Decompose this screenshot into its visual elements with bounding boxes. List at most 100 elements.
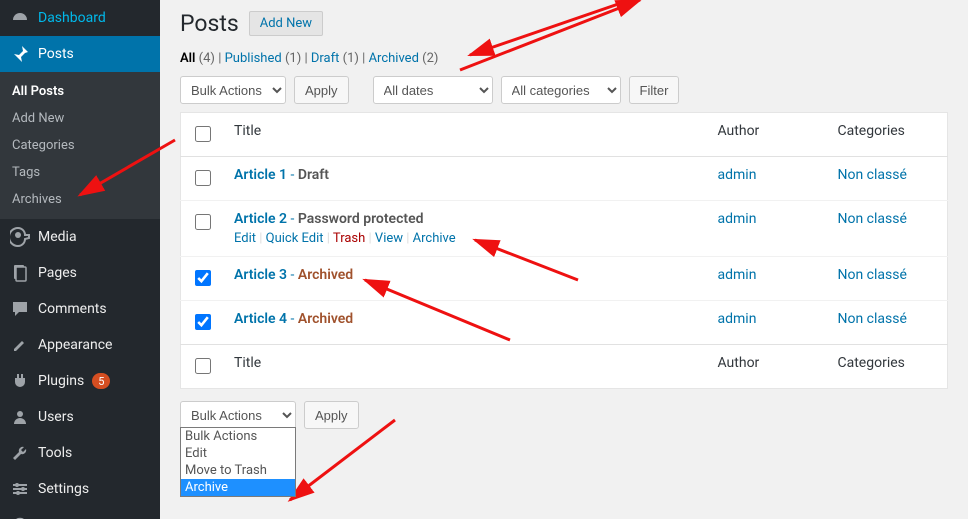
comments-icon bbox=[10, 299, 30, 319]
view-archived-count: (2) bbox=[422, 51, 438, 66]
post-title-link[interactable]: Article 2 bbox=[234, 211, 287, 227]
select-all-checkbox-bottom[interactable] bbox=[195, 358, 211, 374]
menu-posts[interactable]: Posts bbox=[0, 36, 160, 72]
plugins-badge: 5 bbox=[92, 373, 110, 389]
table-row: Article 3 - ArchivedadminNon classé bbox=[181, 257, 948, 301]
row-checkbox[interactable] bbox=[195, 270, 211, 286]
tools-icon bbox=[10, 443, 30, 463]
tablenav-top: Bulk Actions Apply All dates All categor… bbox=[180, 76, 948, 104]
menu-label: Plugins bbox=[38, 373, 84, 389]
post-category-link[interactable]: Non classé bbox=[838, 211, 907, 227]
page-heading: Posts Add New bbox=[180, 10, 948, 37]
row-checkbox[interactable] bbox=[195, 314, 211, 330]
post-author-link[interactable]: admin bbox=[718, 311, 757, 327]
action-view[interactable]: View bbox=[375, 231, 403, 246]
add-new-button[interactable]: Add New bbox=[249, 11, 323, 36]
submenu-categories[interactable]: Categories bbox=[0, 132, 160, 159]
category-filter-select[interactable]: All categories bbox=[501, 76, 621, 104]
dashboard-icon bbox=[10, 8, 30, 28]
post-title-link[interactable]: Article 4 bbox=[234, 311, 287, 327]
menu-pages[interactable]: Pages bbox=[0, 255, 160, 291]
filter-button[interactable]: Filter bbox=[629, 76, 680, 104]
row-checkbox[interactable] bbox=[195, 170, 211, 186]
bulk-actions-select-bottom[interactable]: Bulk Actions bbox=[180, 401, 296, 429]
action-archive[interactable]: Archive bbox=[413, 231, 456, 246]
view-all[interactable]: All bbox=[180, 51, 195, 66]
select-all-header bbox=[181, 113, 225, 157]
row-actions: Edit | Quick Edit | Trash | View | Archi… bbox=[234, 231, 698, 246]
collapse-icon bbox=[10, 515, 30, 519]
post-category-link[interactable]: Non classé bbox=[838, 167, 907, 183]
col-author-foot[interactable]: Author bbox=[708, 345, 828, 389]
post-state: Archived bbox=[298, 267, 353, 283]
submenu-add-new[interactable]: Add New bbox=[0, 105, 160, 132]
main-content: Posts Add New All (4) | Published (1) | … bbox=[160, 0, 968, 519]
action-quick-edit[interactable]: Quick Edit bbox=[266, 231, 324, 246]
col-categories[interactable]: Categories bbox=[828, 113, 948, 157]
post-author-link[interactable]: admin bbox=[718, 167, 757, 183]
col-categories-foot[interactable]: Categories bbox=[828, 345, 948, 389]
pages-icon bbox=[10, 263, 30, 283]
menu-label: Settings bbox=[38, 481, 89, 497]
menu-label: Media bbox=[38, 229, 77, 245]
submenu-tags[interactable]: Tags bbox=[0, 159, 160, 186]
col-title-foot[interactable]: Title bbox=[224, 345, 708, 389]
action-trash[interactable]: Trash bbox=[333, 231, 365, 246]
post-title-link[interactable]: Article 3 bbox=[234, 267, 287, 283]
post-author-link[interactable]: admin bbox=[718, 211, 757, 227]
col-author[interactable]: Author bbox=[708, 113, 828, 157]
menu-label: Dashboard bbox=[38, 10, 106, 26]
view-draft[interactable]: Draft bbox=[311, 51, 340, 66]
menu-users[interactable]: Users bbox=[0, 399, 160, 435]
posts-table: Title Author Categories Article 1 - Draf… bbox=[180, 112, 948, 389]
table-row: Article 2 - Password protectedEdit | Qui… bbox=[181, 201, 948, 257]
bulk-actions-select-top[interactable]: Bulk Actions bbox=[180, 76, 286, 104]
menu-plugins[interactable]: Plugins 5 bbox=[0, 363, 160, 399]
collapse-menu[interactable]: Collapse menu bbox=[0, 507, 160, 519]
media-icon bbox=[10, 227, 30, 247]
submenu-archives[interactable]: Archives bbox=[0, 186, 160, 213]
post-category-link[interactable]: Non classé bbox=[838, 267, 907, 283]
action-edit[interactable]: Edit bbox=[234, 231, 256, 246]
menu-appearance[interactable]: Appearance bbox=[0, 327, 160, 363]
submenu-all-posts[interactable]: All Posts bbox=[0, 78, 160, 105]
row-checkbox[interactable] bbox=[195, 214, 211, 230]
admin-sidebar: Dashboard Posts All Posts Add New Catego… bbox=[0, 0, 160, 519]
menu-label: Appearance bbox=[38, 337, 112, 353]
appearance-icon bbox=[10, 335, 30, 355]
users-icon bbox=[10, 407, 30, 427]
table-row: Article 4 - ArchivedadminNon classé bbox=[181, 301, 948, 345]
menu-settings[interactable]: Settings bbox=[0, 471, 160, 507]
bulk-option-bulk[interactable]: Bulk Actions bbox=[181, 428, 295, 445]
view-published[interactable]: Published bbox=[225, 51, 282, 66]
settings-icon bbox=[10, 479, 30, 499]
bulk-option-trash[interactable]: Move to Trash bbox=[181, 462, 295, 479]
menu-dashboard[interactable]: Dashboard bbox=[0, 0, 160, 36]
post-title-link[interactable]: Article 1 bbox=[234, 167, 287, 183]
submenu-posts: All Posts Add New Categories Tags Archiv… bbox=[0, 72, 160, 219]
view-published-count: (1) bbox=[285, 51, 301, 66]
menu-label: Pages bbox=[38, 265, 77, 281]
post-author-link[interactable]: admin bbox=[718, 267, 757, 283]
view-filters: All (4) | Published (1) | Draft (1) | Ar… bbox=[180, 51, 948, 66]
page-title: Posts bbox=[180, 10, 239, 37]
date-filter-select[interactable]: All dates bbox=[373, 76, 493, 104]
menu-tools[interactable]: Tools bbox=[0, 435, 160, 471]
menu-media[interactable]: Media bbox=[0, 219, 160, 255]
view-archived[interactable]: Archived bbox=[369, 51, 419, 66]
menu-label: Comments bbox=[38, 301, 107, 317]
menu-label: Users bbox=[38, 409, 74, 425]
bulk-option-edit[interactable]: Edit bbox=[181, 445, 295, 462]
bulk-option-archive[interactable]: Archive bbox=[181, 479, 295, 496]
apply-button-bottom[interactable]: Apply bbox=[304, 401, 359, 429]
col-title[interactable]: Title bbox=[224, 113, 708, 157]
post-category-link[interactable]: Non classé bbox=[838, 311, 907, 327]
table-row: Article 1 - DraftadminNon classé bbox=[181, 157, 948, 201]
menu-label: Posts bbox=[38, 46, 74, 62]
select-all-checkbox-top[interactable] bbox=[195, 126, 211, 142]
post-state: Archived bbox=[298, 311, 353, 327]
view-draft-count: (1) bbox=[343, 51, 359, 66]
menu-comments[interactable]: Comments bbox=[0, 291, 160, 327]
bulk-actions-dropdown-open: Bulk Actions Edit Move to Trash Archive bbox=[180, 427, 296, 497]
apply-button-top[interactable]: Apply bbox=[294, 76, 349, 104]
